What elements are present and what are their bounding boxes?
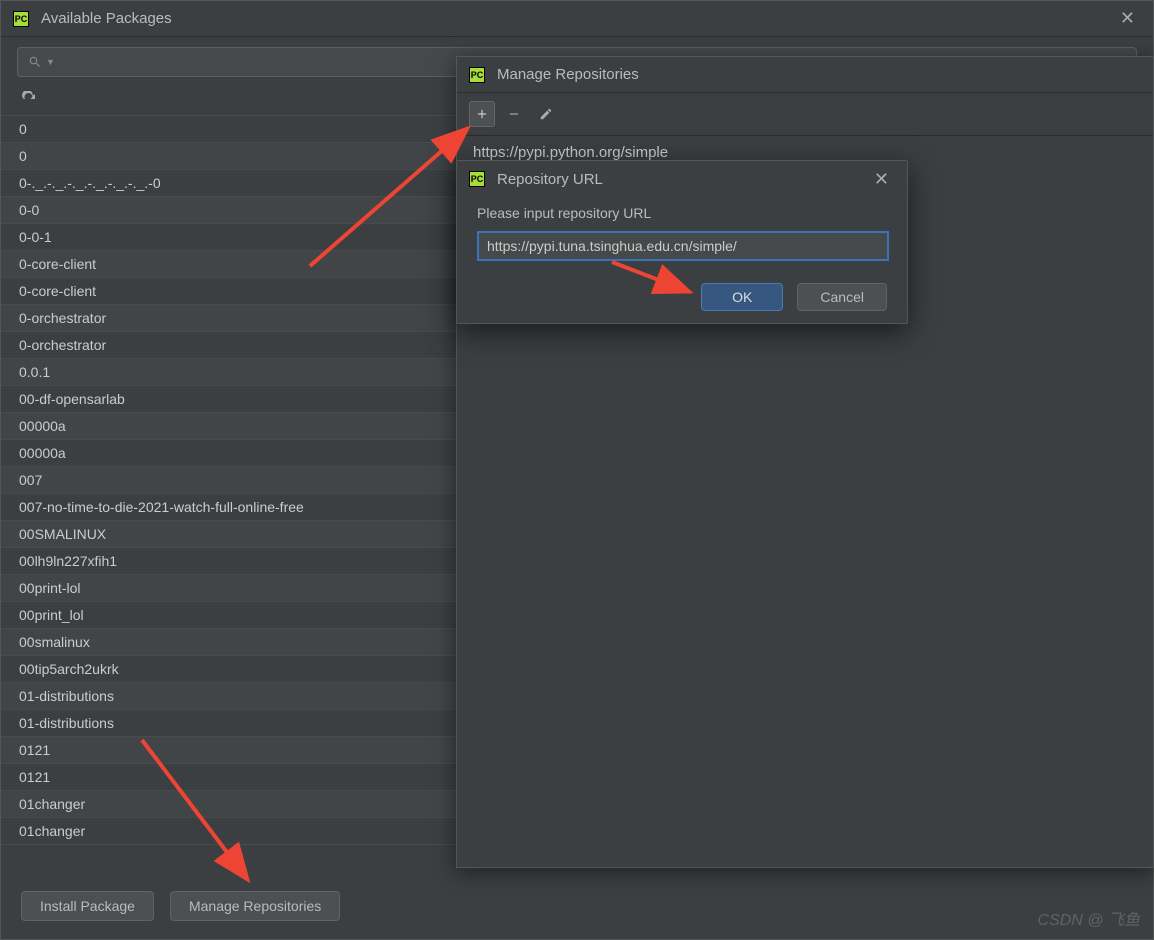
url-title-bar: PC Repository URL ✕	[457, 161, 907, 197]
package-name: 0-._.-._.-._.-._.-._.-._.-0	[19, 175, 161, 191]
package-name: 0121	[19, 769, 50, 785]
chevron-down-icon: ▼	[46, 57, 55, 67]
repository-url-input[interactable]	[477, 231, 889, 261]
package-name: 00-df-opensarlab	[19, 391, 125, 407]
url-label: Please input repository URL	[477, 205, 887, 221]
package-name: 0-orchestrator	[19, 310, 106, 326]
package-name: 00tip5arch2ukrk	[19, 661, 119, 677]
package-name: 0	[19, 148, 27, 164]
package-name: 01changer	[19, 796, 85, 812]
package-name: 00000a	[19, 418, 66, 434]
url-buttons: OK Cancel	[457, 269, 907, 325]
bottom-bar: Install Package Manage Repositories	[21, 891, 340, 921]
manage-repositories-button[interactable]: Manage Repositories	[170, 891, 340, 921]
package-name: 0-0-1	[19, 229, 52, 245]
pycharm-icon: PC	[469, 67, 485, 83]
cancel-button[interactable]: Cancel	[797, 283, 887, 311]
package-name: 00000a	[19, 445, 66, 461]
package-name: 01-distributions	[19, 715, 114, 731]
close-icon[interactable]: ✕	[1114, 8, 1141, 29]
package-name: 00SMALINUX	[19, 526, 106, 542]
url-body: Please input repository URL	[457, 197, 907, 269]
package-name: 01changer	[19, 823, 85, 839]
search-icon	[28, 55, 42, 69]
repository-url-dialog: PC Repository URL ✕ Please input reposit…	[456, 160, 908, 324]
repo-title-bar: PC Manage Repositories	[457, 57, 1153, 93]
remove-icon[interactable]	[501, 101, 527, 127]
package-name: 0121	[19, 742, 50, 758]
close-icon[interactable]: ✕	[868, 169, 895, 190]
package-name: 01-distributions	[19, 688, 114, 704]
package-name: 0-0	[19, 202, 39, 218]
package-name: 0-orchestrator	[19, 337, 106, 353]
package-name: 00smalinux	[19, 634, 90, 650]
package-name: 0.0.1	[19, 364, 50, 380]
repo-title: Manage Repositories	[497, 66, 1141, 83]
package-name: 00print_lol	[19, 607, 84, 623]
add-icon[interactable]	[469, 101, 495, 127]
edit-icon[interactable]	[533, 101, 559, 127]
package-name: 0-core-client	[19, 283, 96, 299]
pycharm-icon: PC	[13, 11, 29, 27]
package-name: 0-core-client	[19, 256, 96, 272]
ok-button[interactable]: OK	[701, 283, 783, 311]
package-name: 007-no-time-to-die-2021-watch-full-onlin…	[19, 499, 304, 515]
repo-toolbar	[457, 93, 1153, 136]
main-title-bar: PC Available Packages ✕	[1, 1, 1153, 37]
refresh-icon[interactable]	[17, 87, 41, 111]
url-dialog-title: Repository URL	[497, 171, 868, 188]
package-name: 00print-lol	[19, 580, 80, 596]
package-name: 007	[19, 472, 42, 488]
install-package-button[interactable]: Install Package	[21, 891, 154, 921]
main-title: Available Packages	[41, 10, 1114, 27]
package-name: 00lh9ln227xfih1	[19, 553, 117, 569]
package-name: 0	[19, 121, 27, 137]
watermark: CSDN @ 飞鱼	[1038, 906, 1140, 930]
pycharm-icon: PC	[469, 171, 485, 187]
